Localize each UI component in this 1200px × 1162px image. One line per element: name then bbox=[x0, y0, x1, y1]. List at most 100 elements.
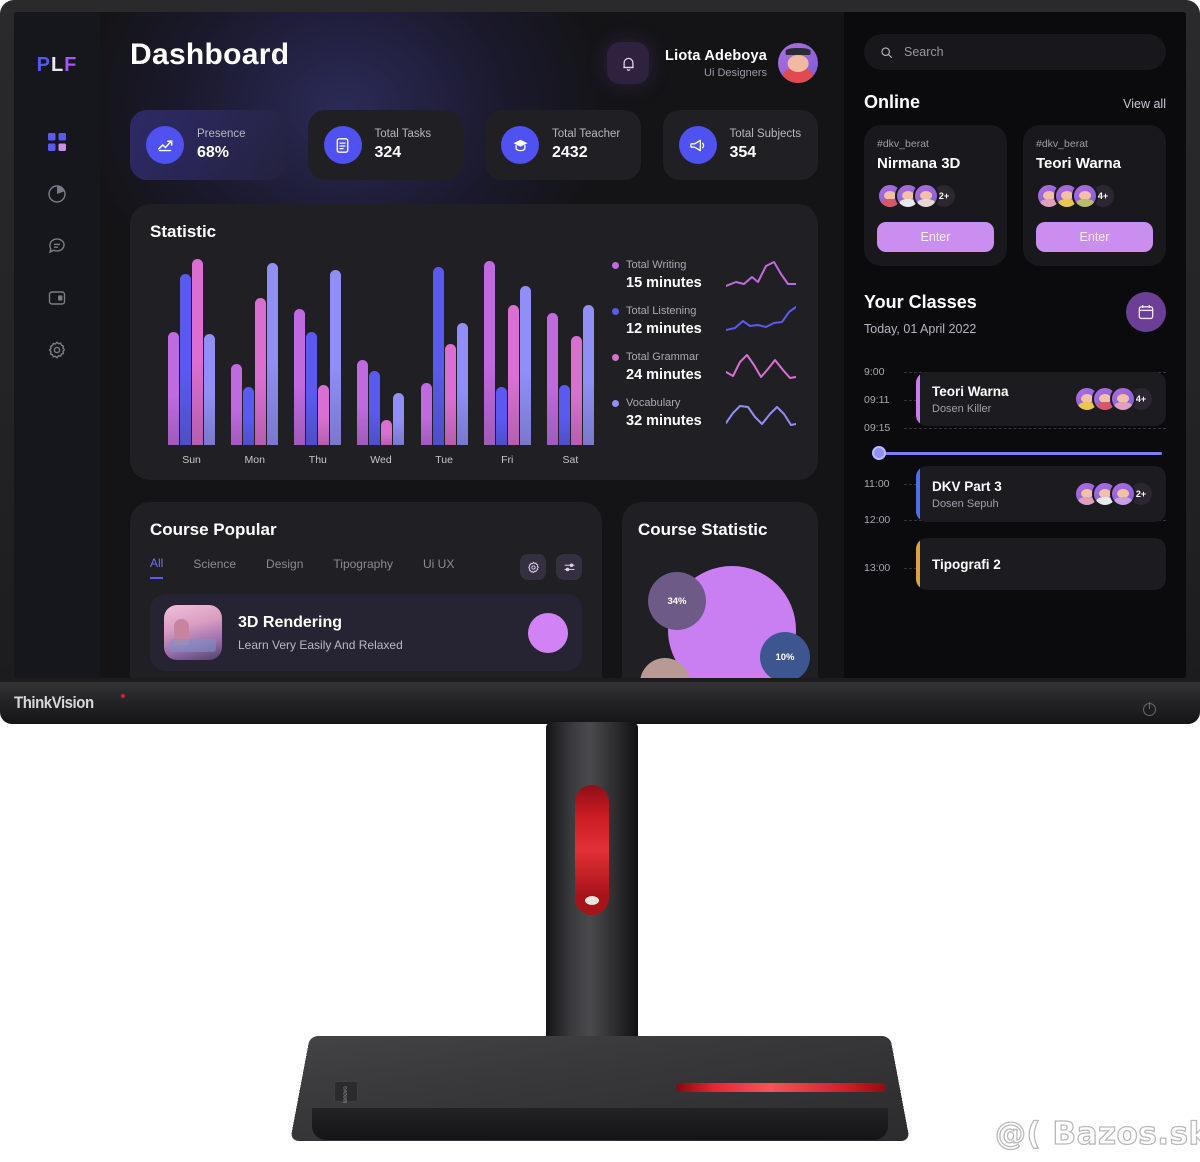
course-filter-button[interactable] bbox=[556, 554, 582, 580]
bar-group-sat: Sat bbox=[541, 251, 599, 466]
stat-card-total-subjects[interactable]: Total Subjects 354 bbox=[662, 110, 818, 180]
sparkline-vocabulary bbox=[726, 405, 796, 426]
online-header: Online View all bbox=[864, 92, 1166, 113]
timeline-event-dkv-part-3[interactable]: DKV Part 3 Dosen Sepuh 2+ bbox=[916, 466, 1166, 522]
avatar-hat bbox=[785, 47, 811, 55]
user-text: Liota Adeboya Ui Designers bbox=[665, 48, 767, 79]
statistic-title: Statistic bbox=[150, 222, 217, 241]
classes-date: Today, 01 April 2022 bbox=[864, 322, 977, 336]
bubble-34%: 34% bbox=[648, 572, 706, 630]
legend-text: Total Grammar 24 minutes bbox=[612, 351, 716, 383]
tab-science[interactable]: Science bbox=[193, 557, 236, 578]
stat-card-presence[interactable]: Presence 68% bbox=[130, 110, 286, 180]
stat-card-total-tasks[interactable]: Total Tasks 324 bbox=[307, 110, 463, 180]
course-subtitle: Learn Very Easily And Relaxed bbox=[238, 637, 403, 652]
sidebar-item-messages[interactable] bbox=[40, 229, 74, 263]
bubble-10%: 10% bbox=[760, 632, 810, 678]
legend-text: Vocabulary 32 minutes bbox=[612, 397, 716, 429]
sidebar-item-analytics[interactable] bbox=[40, 177, 74, 211]
right-panel: Online View all #dkv_berat Nirmana 3D 2+ En… bbox=[844, 12, 1186, 678]
event-name: Tipografi 2 bbox=[932, 556, 1001, 572]
event-avatars: 2+ bbox=[1074, 481, 1154, 507]
bar-group-label: Wed bbox=[370, 454, 392, 466]
chat-icon bbox=[48, 238, 65, 254]
mini-avatar bbox=[1072, 183, 1098, 209]
power-button[interactable] bbox=[1143, 702, 1156, 716]
stat-card-label: Total Tasks bbox=[374, 128, 432, 140]
event-name: DKV Part 3 bbox=[932, 478, 1002, 494]
sidebar-item-dashboard[interactable] bbox=[40, 125, 74, 159]
timeline-event-tipografi-2[interactable]: Tipografi 2 bbox=[916, 538, 1166, 590]
course-list-item[interactable]: 3D Rendering Learn Very Easily And Relax… bbox=[150, 594, 582, 671]
user-profile[interactable]: Liota Adeboya Ui Designers bbox=[665, 43, 818, 83]
now-slider-knob[interactable] bbox=[872, 446, 886, 460]
timeline-time: 12:00 bbox=[864, 514, 891, 526]
monitor-assembly: PLF Dashboard Liota Adeboya Ui Designers… bbox=[0, 0, 1200, 1162]
bar-total-writing bbox=[168, 332, 180, 445]
bar-total-grammar bbox=[507, 305, 519, 445]
legend-value: 12 minutes bbox=[626, 321, 702, 337]
course-name: 3D Rendering bbox=[238, 613, 343, 631]
tab-tipography[interactable]: Tipography bbox=[333, 557, 393, 578]
sparkline-total-writing bbox=[726, 261, 796, 287]
brand-logo: PLF bbox=[37, 54, 78, 77]
legend-color-dot bbox=[612, 399, 619, 407]
bar-group-label: Sat bbox=[562, 454, 579, 466]
stand-cable-dot bbox=[585, 896, 599, 905]
legend-name-wrap: Total Grammar bbox=[612, 351, 716, 363]
legend-name: Vocabulary bbox=[626, 397, 681, 409]
bar-stack bbox=[168, 251, 216, 445]
bottom-row: Course Popular All Science Design Tipograph… bbox=[130, 502, 818, 678]
sidebar-item-cards[interactable] bbox=[40, 281, 74, 315]
enter-button[interactable]: Enter bbox=[877, 222, 994, 252]
online-card-name: Nirmana 3D bbox=[877, 155, 961, 172]
online-title: Online bbox=[864, 92, 921, 112]
online-card-nirmana-3d[interactable]: #dkv_berat Nirmana 3D 2+ Enter bbox=[864, 125, 1007, 266]
bar-total-listening bbox=[369, 371, 381, 445]
tab-all[interactable]: All bbox=[150, 556, 164, 579]
legend-text: Total Writing 15 minutes bbox=[612, 259, 716, 291]
legend-value: 15 minutes bbox=[626, 275, 702, 291]
tab-design[interactable]: Design bbox=[266, 557, 303, 578]
bar-total-grammar bbox=[192, 259, 204, 445]
view-all-link[interactable]: View all bbox=[1123, 97, 1166, 111]
topbar: Dashboard Liota Adeboya Ui Designers bbox=[130, 38, 818, 84]
calendar-button[interactable] bbox=[1126, 292, 1166, 332]
search-box[interactable] bbox=[864, 34, 1166, 70]
avatar[interactable] bbox=[778, 43, 818, 83]
event-accent-bar bbox=[916, 466, 920, 522]
bar-total-writing bbox=[294, 309, 306, 445]
bar-total-writing bbox=[483, 261, 495, 445]
tab-ui-ux[interactable]: Ui UX bbox=[423, 557, 454, 578]
bar-stack bbox=[231, 251, 279, 445]
course-action-circle[interactable] bbox=[528, 612, 568, 653]
classes-header: Your Classes Today, 01 April 2022 bbox=[864, 292, 1166, 336]
event-lecturer: Dosen Sepuh bbox=[932, 497, 999, 510]
now-slider-track[interactable] bbox=[880, 452, 1162, 455]
sidebar-item-settings[interactable] bbox=[40, 333, 74, 367]
event-name: Teori Warna bbox=[932, 383, 1009, 399]
bar-group-label: Sun bbox=[182, 454, 201, 466]
stat-card-label: Total Subjects bbox=[729, 128, 802, 140]
notification-button[interactable] bbox=[607, 42, 650, 84]
legend-name: Total Writing bbox=[626, 259, 687, 271]
classes-heading-text: Your Classes Today, 01 April 2022 bbox=[864, 292, 977, 336]
event-text: Teori Warna Dosen Killer bbox=[932, 384, 1009, 415]
brand-letter-l: L bbox=[50, 54, 65, 76]
enter-button[interactable]: Enter bbox=[1036, 222, 1153, 252]
pie-chart-icon bbox=[48, 185, 66, 203]
bar-group-sun: Sun bbox=[163, 251, 221, 466]
bar-group-label: Mon bbox=[244, 454, 265, 466]
timeline-time: 13:00 bbox=[864, 562, 891, 574]
legend-row-total-listening: Total Listening 12 minutes bbox=[612, 303, 796, 339]
stat-card-text: Total Tasks 324 bbox=[375, 128, 432, 162]
sparkline-total-grammar bbox=[726, 354, 796, 379]
course-settings-button[interactable] bbox=[520, 554, 546, 580]
online-card-teori-warna[interactable]: #dkv_berat Teori Warna 4+ Enter bbox=[1023, 125, 1166, 266]
card-icon bbox=[48, 291, 66, 305]
stat-card-total-teacher[interactable]: Total Teacher 2432 bbox=[485, 110, 641, 180]
now-slider[interactable] bbox=[872, 446, 1166, 460]
online-card-tag: #dkv_berat bbox=[877, 138, 929, 150]
thinkvision-logo: ThinkVision bbox=[14, 693, 94, 712]
search-input[interactable] bbox=[904, 45, 1150, 59]
